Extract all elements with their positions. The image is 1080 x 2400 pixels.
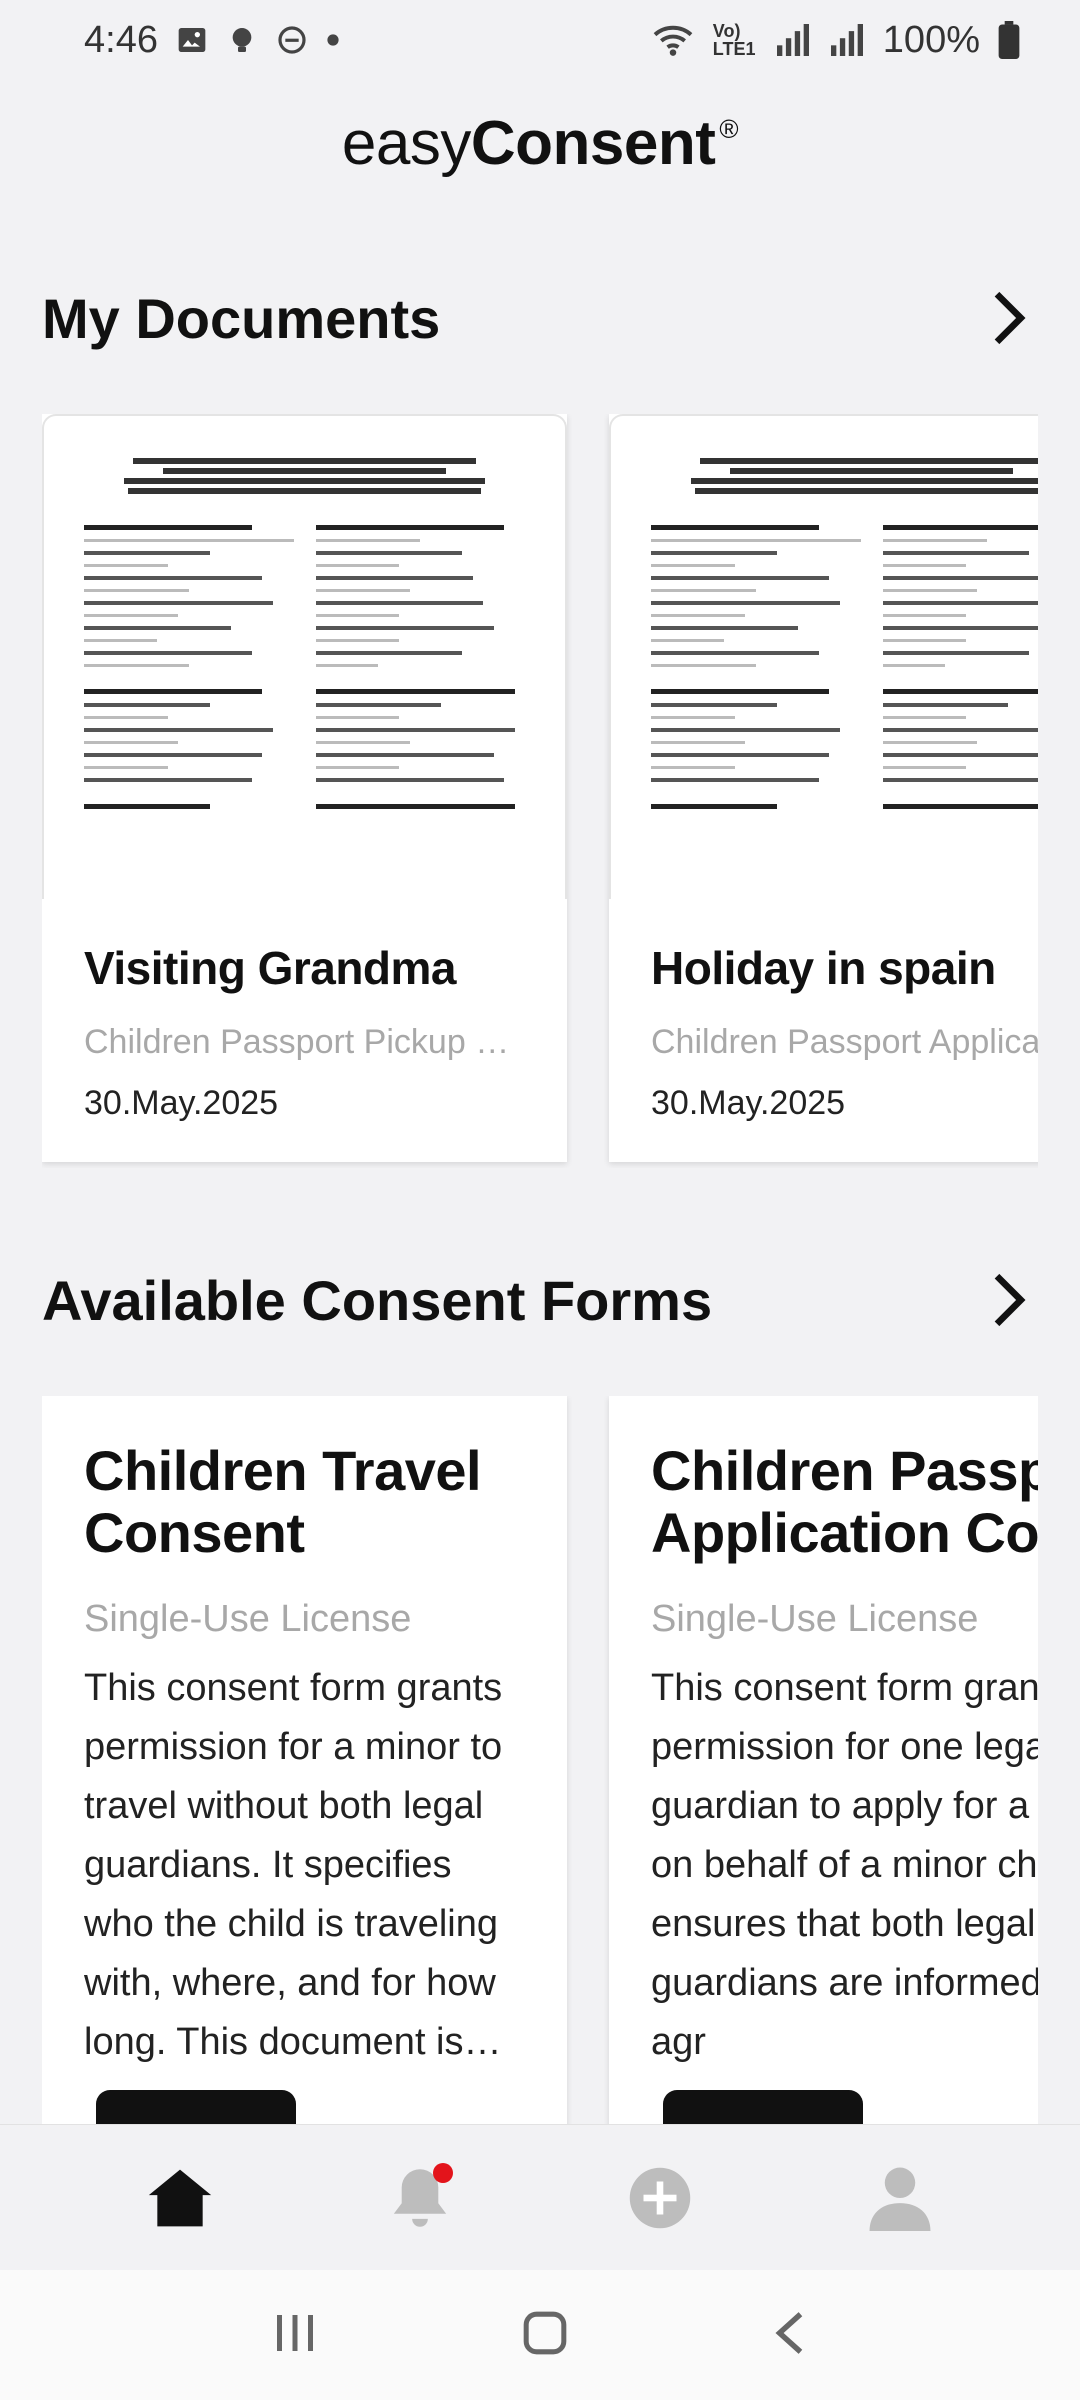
dot-icon <box>326 33 340 47</box>
battery-icon <box>998 21 1020 59</box>
document-form-type: Children Passport Pickup Con... <box>84 1023 525 1061</box>
consent-forms-header: Available Consent Forms <box>42 1260 1038 1340</box>
logo-light: easy <box>341 109 471 178</box>
status-left: 4:46 <box>84 19 340 62</box>
network-label: Vo) LTE1 <box>712 21 756 59</box>
my-documents-carousel[interactable]: Visiting Grandma Children Passport Picku… <box>42 414 1038 1168</box>
document-thumbnail <box>609 414 1038 899</box>
document-title: Visiting Grandma <box>84 942 457 994</box>
home-system-button[interactable] <box>522 2310 568 2361</box>
notification-badge <box>433 2162 453 2183</box>
consent-form-title: Children Passport Application Consent <box>651 1439 1038 1564</box>
consent-form-action-button[interactable] <box>96 2090 296 2124</box>
system-navigation-bar <box>0 2270 1080 2400</box>
recent-apps-button[interactable] <box>273 2311 317 2360</box>
consent-form-action-button[interactable] <box>663 2090 863 2124</box>
image-icon <box>176 24 208 56</box>
document-form-type: Children Passport Applicatio <box>651 1023 1038 1061</box>
back-button[interactable] <box>773 2310 807 2361</box>
document-title: Holiday in spain <box>651 942 996 994</box>
signal-icon <box>775 24 811 56</box>
consent-forms-title: Available Consent Forms <box>42 1268 713 1332</box>
battery-percent: 100% <box>882 18 980 61</box>
status-time: 4:46 <box>84 18 158 61</box>
consent-form-description: This consent form grants permission for … <box>651 1667 1038 2063</box>
do-not-disturb-icon <box>276 24 308 56</box>
back-chevron-icon <box>775 2311 803 2354</box>
my-documents-title: My Documents <box>42 286 441 350</box>
my-documents-header: My Documents <box>42 278 1038 358</box>
app-logo: easyConsent ® <box>0 108 1080 179</box>
chevron-right-icon <box>994 1273 1026 1327</box>
logo-bold: Consent <box>470 109 716 178</box>
consent-form-description: This consent form grants permission for … <box>84 1667 503 2063</box>
nav-profile[interactable] <box>855 2153 945 2243</box>
document-card[interactable]: Holiday in spain Children Passport Appli… <box>609 414 1038 1162</box>
consent-form-card[interactable]: Children Travel Consent Single-Use Licen… <box>42 1396 567 2124</box>
consent-forms-carousel[interactable]: Children Travel Consent Single-Use Licen… <box>42 1396 1038 2124</box>
add-circle-icon <box>629 2167 691 2228</box>
bottom-navigation <box>0 2124 1080 2270</box>
document-thumbnail <box>42 414 567 899</box>
nav-add[interactable] <box>615 2153 705 2243</box>
document-card-body: Visiting Grandma Children Passport Picku… <box>42 899 567 1162</box>
consent-form-title: Children Travel Consent <box>84 1439 482 1564</box>
document-date: 30.May.2025 <box>651 1084 846 1122</box>
recent-apps-icon <box>276 2314 313 2351</box>
consent-form-card[interactable]: Children Passport Application Consent Si… <box>609 1396 1038 2124</box>
signal-icon-2 <box>829 24 865 56</box>
wifi-icon <box>651 22 695 58</box>
home-square-icon <box>523 2311 567 2354</box>
consent-forms-see-all-button[interactable] <box>978 1270 1038 1330</box>
status-bar: 4:46 Vo) LTE1 100% <box>0 0 1080 80</box>
profile-icon <box>869 2167 931 2231</box>
consent-form-license: Single-Use License <box>651 1598 979 1640</box>
document-card[interactable]: Visiting Grandma Children Passport Picku… <box>42 414 567 1162</box>
document-date: 30.May.2025 <box>84 1084 279 1122</box>
nav-home[interactable] <box>135 2153 225 2243</box>
logo-registered-mark: ® <box>719 114 739 144</box>
my-documents-see-all-button[interactable] <box>978 288 1038 348</box>
document-card-body: Holiday in spain Children Passport Appli… <box>609 899 1038 1162</box>
consent-form-license: Single-Use License <box>84 1598 412 1640</box>
lightbulb-icon <box>226 24 258 56</box>
home-icon <box>148 2169 212 2226</box>
status-right: Vo) LTE1 100% <box>651 19 1020 62</box>
nav-notifications[interactable] <box>375 2153 465 2243</box>
chevron-right-icon <box>994 291 1026 345</box>
